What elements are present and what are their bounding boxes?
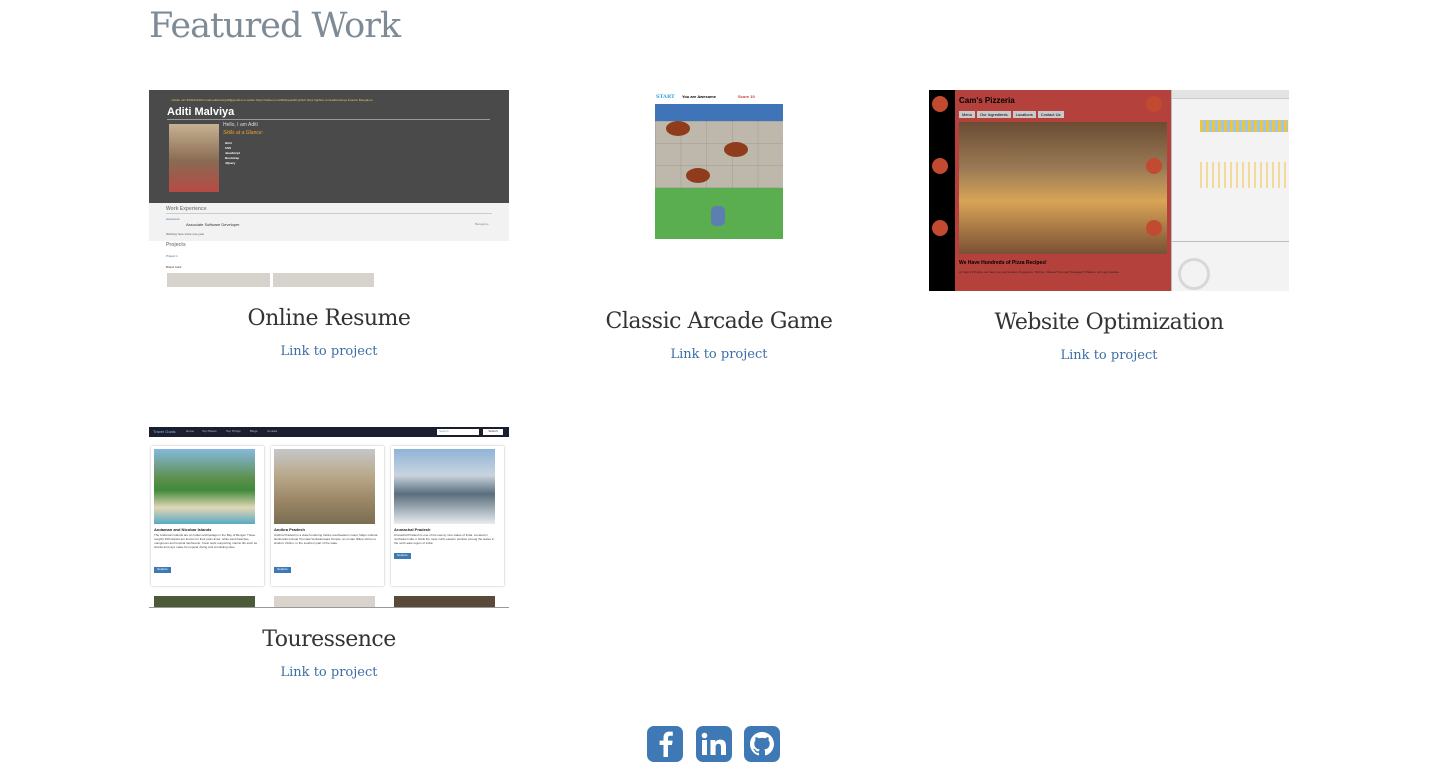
pizza-nav: Menu Our Ingredients Locations Contact U… xyxy=(959,111,1064,118)
resume-project-image xyxy=(167,273,270,287)
resume-skill: JQuery xyxy=(225,161,236,165)
pizza-icon xyxy=(1146,158,1162,174)
project-thumbnail[interactable]: Cam's Pizzeria Menu Our Ingredients Loca… xyxy=(929,90,1289,291)
tour-card: Arunachal Pradesh Arunachal Pradesh is o… xyxy=(391,446,504,586)
devtools-panel xyxy=(1171,90,1289,291)
pizza-icon xyxy=(1146,96,1162,112)
facebook-glyph xyxy=(659,731,673,757)
resume-work-desc: Working here since one year xyxy=(166,232,205,236)
resume-skill: JavaScript xyxy=(225,151,241,155)
tour-nav-item: Contact xyxy=(267,429,278,433)
arcade-status: You are Awesome xyxy=(682,94,716,99)
tour-card-image xyxy=(154,449,255,524)
tour-nav-item: Top Places xyxy=(202,429,217,433)
linkedin-glyph xyxy=(701,732,726,755)
pizza-icon xyxy=(932,96,948,112)
pizza-icon xyxy=(932,220,948,236)
resume-skill: CSS xyxy=(225,146,232,150)
tour-card-title: Andaman and Nicobar Islands xyxy=(154,527,212,532)
arcade-enemy-bug xyxy=(724,142,748,157)
resume-skill: Bootstrap xyxy=(225,156,240,160)
arcade-player xyxy=(711,206,725,226)
pizza-title: Cam's Pizzeria xyxy=(959,96,1015,105)
tour-nav-item: Home xyxy=(186,429,195,433)
project-title: Classic Arcade Game xyxy=(605,309,833,334)
resume-work-heading: Work Experience xyxy=(166,206,207,212)
linkedin-icon[interactable] xyxy=(696,726,732,762)
pizza-body: At Cam's Pizzeria, we have you well spok… xyxy=(959,270,1120,274)
pizza-icon xyxy=(1146,220,1162,236)
pizza-nav-item: Locations xyxy=(1012,111,1036,118)
tour-card-button: Explore xyxy=(394,553,411,559)
resume-location: Bangalore xyxy=(475,222,489,226)
resume-header-line: mobile +91-8181421600 email aditimalviya… xyxy=(171,98,373,102)
pizza-photo xyxy=(959,122,1167,254)
resume-project-image xyxy=(273,273,374,287)
pizza-nav-item: Contact Us xyxy=(1037,111,1064,118)
tour-card-text: The Andaman Islands are an Indian archip… xyxy=(154,533,258,549)
project-thumbnail[interactable]: Travel Goals Home Top Places Top Things … xyxy=(149,427,509,608)
project-link[interactable]: Link to project xyxy=(929,348,1289,363)
project-link[interactable]: Link to project xyxy=(149,665,509,680)
pizza-headline: We Have Hundreds of Pizza Recipes! xyxy=(959,260,1047,266)
pizza-nav-item: Our Ingredients xyxy=(977,111,1011,118)
tour-card: Andaman and Nicobar Islands The Andaman … xyxy=(151,446,264,586)
github-icon[interactable] xyxy=(744,726,780,762)
arcade-score: Score 10 xyxy=(738,94,755,99)
project-thumbnail[interactable]: START You are Awesome Score 10 xyxy=(654,94,783,239)
tour-card: Andhra Pradesh Andhra Pradesh is a state… xyxy=(271,446,384,586)
pizza-icon xyxy=(932,158,948,174)
resume-skill: Html xyxy=(225,141,232,145)
project-title: Touressence xyxy=(262,627,396,652)
tour-card-image xyxy=(394,449,495,524)
github-glyph xyxy=(750,732,774,756)
arcade-enemy-bug xyxy=(686,168,710,183)
facebook-icon[interactable] xyxy=(647,726,683,762)
resume-role: Associate Software Developer xyxy=(186,222,240,227)
tour-card-image xyxy=(274,449,375,524)
resume-photo xyxy=(169,124,219,192)
tour-nav-item: Top Things xyxy=(226,429,241,433)
tour-submit-button: Submit xyxy=(483,429,503,435)
tour-brand: Travel Goals xyxy=(153,429,176,434)
section-title: Featured Work xyxy=(149,6,401,46)
project-title: Online Resume xyxy=(247,306,411,331)
tour-card-text: Arunachal Pradesh is one of the twenty n… xyxy=(394,533,495,545)
tour-navbar: Travel Goals Home Top Places Top Things … xyxy=(149,427,509,437)
tour-card-button: Explore xyxy=(154,567,171,573)
arcade-start: START xyxy=(656,94,675,100)
project-thumbnail[interactable]: mobile +91-8181421600 email aditimalviya… xyxy=(149,90,509,287)
tour-card-title: Arunachal Pradesh xyxy=(394,527,431,532)
tour-card-button: Explore xyxy=(274,567,291,573)
resume-name: Aditi Malviya xyxy=(167,106,235,118)
resume-company: Accenture xyxy=(166,217,180,221)
pizza-nav-item: Menu xyxy=(959,111,976,118)
project-link[interactable]: Link to project xyxy=(539,347,899,362)
tour-nav-item: Blogs xyxy=(250,429,258,433)
resume-projects-heading: Projects xyxy=(166,242,186,248)
tour-card-text: Andhra Pradesh is a state bordering Indi… xyxy=(274,533,378,545)
project-link[interactable]: Link to project xyxy=(149,344,509,359)
resume-greeting: Hello, I am Aditi xyxy=(223,122,258,128)
arcade-enemy-bug xyxy=(666,121,690,136)
tour-card-title: Andhra Pradesh xyxy=(274,527,305,532)
resume-project-sub: Brand Card xyxy=(166,265,182,269)
tour-search-input: Search xyxy=(437,429,479,435)
resume-project-name: Project 1 xyxy=(166,254,178,258)
project-title: Website Optimization xyxy=(994,310,1225,335)
resume-skills-heading: Skills at a Glance: xyxy=(223,130,264,136)
arcade-water xyxy=(655,104,783,121)
